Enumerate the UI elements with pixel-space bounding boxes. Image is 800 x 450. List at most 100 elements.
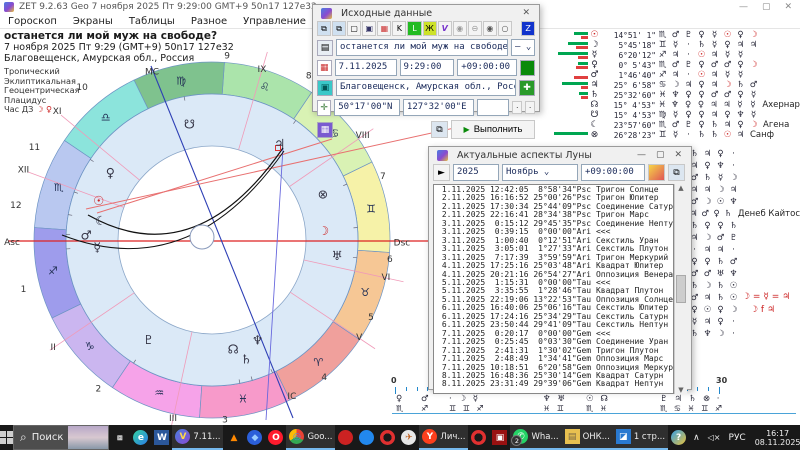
maximize-icon[interactable]: ▢ xyxy=(651,150,670,160)
toolbar-btn-Ж-icon[interactable]: Ж xyxy=(423,21,437,36)
toolbar-theta-icon-icon[interactable]: ◉ xyxy=(453,21,467,36)
minimize-icon[interactable]: — xyxy=(632,150,651,160)
menu-item-экраны[interactable]: Экраны xyxy=(65,16,121,27)
menu-item-таблицы[interactable]: Таблицы xyxy=(121,16,183,27)
tray-clock[interactable]: 16:1708.11.2025 xyxy=(750,429,800,447)
copy-icon[interactable]: ⧉ xyxy=(668,164,685,181)
options-grid-icon[interactable]: ▦ xyxy=(317,122,333,138)
month-select[interactable]: Ноябрь ⌄ xyxy=(502,164,578,181)
toolbar-radio-off-icon[interactable]: ○ xyxy=(498,21,512,36)
altitude-field[interactable] xyxy=(477,99,509,116)
dispositor-glyph: ☽ xyxy=(714,185,727,195)
coord-step-right[interactable]: · xyxy=(525,101,535,114)
language-indicator[interactable]: РУС xyxy=(725,433,750,443)
taskbar-window-label: ОНК... xyxy=(583,432,610,442)
blue-app-icon[interactable] xyxy=(356,425,377,450)
ruler-start-label: 0 xyxy=(391,376,397,385)
toolbar-paste-icon-icon[interactable]: ⧉ xyxy=(332,21,346,36)
toolbar-radio-on-icon[interactable]: ◉ xyxy=(483,21,497,36)
volume-icon[interactable]: ◁× xyxy=(704,433,725,442)
red-app-icon[interactable] xyxy=(335,425,356,450)
run-button[interactable]: ▶ Выполнить xyxy=(451,120,535,139)
dispositor-glyph: ♄ xyxy=(714,293,727,303)
aspect-row[interactable]: 8.11.2025 23:31:49 29°39'06"Gem Квадрат … xyxy=(437,380,673,388)
place-field[interactable]: Благовещенск, Амурская обл., Россия ⌄ xyxy=(336,79,516,96)
timezone-field[interactable]: +09:00:00 xyxy=(457,59,517,76)
start-button[interactable] xyxy=(0,425,13,450)
aspects-scrollbar[interactable]: ▲ ▼ xyxy=(674,184,687,394)
red-ring-icon[interactable] xyxy=(377,425,398,450)
longitude-field[interactable]: 127°32'00"E xyxy=(403,99,474,116)
word-icon-icon: W xyxy=(154,430,169,445)
fixed-star-name: Ахернар xyxy=(762,100,800,110)
aspects-list[interactable]: 1.11.2025 12:42:05 8°58'34"Psc Тригон Со… xyxy=(433,184,674,394)
close-icon[interactable]: ✕ xyxy=(669,150,687,160)
coord-step-left[interactable]: · xyxy=(512,101,522,114)
copy-icon[interactable]: ⧉ xyxy=(431,121,448,138)
yandex-app[interactable]: YЛич... xyxy=(419,425,468,450)
atlas-button[interactable]: ✚ xyxy=(519,80,535,96)
scroll-down-icon[interactable]: ▼ xyxy=(678,386,683,394)
scroll-up-icon[interactable]: ▲ xyxy=(678,184,683,192)
scroll-thumb[interactable] xyxy=(676,275,686,303)
run-aspects-button[interactable]: ► xyxy=(433,164,450,181)
aspects-window-titlebar[interactable]: Актуальные аспекты Луны — ▢ ✕ xyxy=(429,147,691,163)
task-view-icon[interactable]: ⧈ xyxy=(109,425,130,450)
defender-icon[interactable]: ◆ xyxy=(244,425,265,450)
time-field[interactable]: 9:29:00 xyxy=(400,59,455,76)
event-text-field[interactable]: останется ли мой муж на свободе? xyxy=(336,39,508,56)
menu-item-гороскоп[interactable]: Гороскоп xyxy=(0,16,65,27)
onk-app[interactable]: ▤ОНК... xyxy=(562,425,613,450)
dispositor-glyph: ♀ xyxy=(711,209,722,219)
help-icon-icon: ? xyxy=(671,430,686,445)
latitude-field[interactable]: 50°17'00"N xyxy=(334,99,400,116)
toolbar-btn-K-icon[interactable]: K xyxy=(392,21,406,36)
event-combo[interactable]: – ⌄ xyxy=(511,39,535,56)
zone-field[interactable]: +09:00:00 xyxy=(581,164,645,181)
doc-app[interactable]: ◪1 стр... xyxy=(613,425,668,450)
word-icon[interactable]: W xyxy=(151,425,172,450)
toolbar-table-icon-icon[interactable]: ▦ xyxy=(377,21,391,36)
toolbar-minus-circle-icon-icon[interactable]: ⊖ xyxy=(468,21,482,36)
opera-icon[interactable]: O xyxy=(265,425,286,450)
toolbar-btn-V-icon[interactable]: V xyxy=(438,21,452,36)
planet-row: ♀0° 5'43"♏♂♇♀♂♂♀☽ xyxy=(556,60,800,70)
toolbar-new-icon-icon[interactable]: ▢ xyxy=(347,21,361,36)
source-data-window[interactable]: Исходные данные ✕ ⧉⧉▢▣▦KLЖV◉⊖◉○Z ▤ остан… xyxy=(312,4,540,112)
search-box[interactable]: ⌕Поиск xyxy=(13,425,109,450)
zone-auto-button[interactable] xyxy=(520,60,535,76)
dispositor-glyph: · xyxy=(682,40,695,50)
toolbar-btn-L-icon[interactable]: L xyxy=(407,21,421,36)
dispositor-glyph: ♀ xyxy=(734,90,747,100)
source-window-titlebar[interactable]: Исходные данные ✕ xyxy=(313,5,539,21)
dispositor-glyph: ♂ xyxy=(699,209,710,219)
zet-app[interactable]: V7.11... xyxy=(172,425,223,450)
menu-item-разное[interactable]: Разное xyxy=(183,16,235,27)
dispositor-glyph: ♂ xyxy=(721,60,734,70)
vlc-icon[interactable]: ▲ xyxy=(223,425,244,450)
dispositor-glyph: · xyxy=(682,70,695,80)
close-icon[interactable]: ✕ xyxy=(517,8,535,18)
maximize-button[interactable]: ▢ xyxy=(762,2,771,12)
whatsapp-app[interactable]: ✆2Wha... xyxy=(510,425,561,450)
toolbar-save-icon-icon[interactable]: ▣ xyxy=(362,21,376,36)
toolbar-copy-icon-icon[interactable]: ⧉ xyxy=(317,21,331,36)
moon-aspects-window[interactable]: Актуальные аспекты Луны — ▢ ✕ ► 2025 Ноя… xyxy=(428,146,692,390)
opera-ring-icon[interactable] xyxy=(468,425,489,450)
tray-chevron-icon[interactable]: ∧ xyxy=(689,433,704,443)
year-field[interactable]: 2025 xyxy=(453,164,499,181)
menu-item-управление[interactable]: Управление xyxy=(235,16,314,27)
date-field[interactable]: 7.11.2025 xyxy=(335,59,397,76)
edge-icon[interactable]: e xyxy=(130,425,151,450)
weather-widget[interactable] xyxy=(68,426,108,449)
dignity-bars xyxy=(556,90,588,100)
minimize-button[interactable]: — xyxy=(739,2,748,12)
chrome-app[interactable]: ◎Goo... xyxy=(286,425,335,450)
camera-icon[interactable]: ▣ xyxy=(489,425,510,450)
planet-row: ☉14°51' 1"♏♂♇♀☿☉♀☽ xyxy=(556,30,800,40)
toolbar-btn-Z-icon[interactable]: Z xyxy=(521,21,535,36)
compass-icon[interactable]: ✈ xyxy=(398,425,419,450)
close-button[interactable]: ✕ xyxy=(784,2,792,12)
calc-icon[interactable] xyxy=(648,164,665,181)
help-icon[interactable]: ? xyxy=(668,425,689,450)
